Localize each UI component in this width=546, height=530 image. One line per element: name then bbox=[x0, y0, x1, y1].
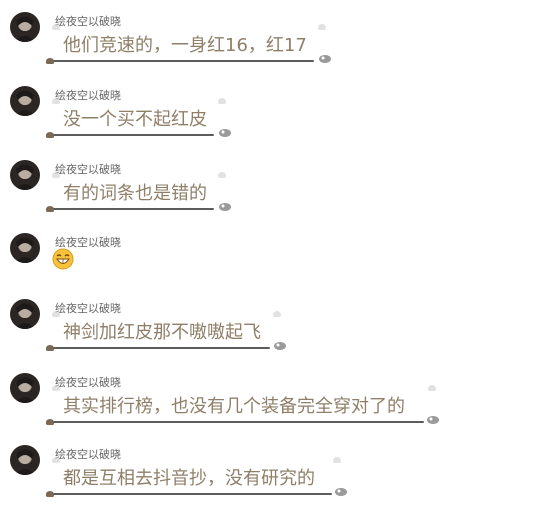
bubble-decoration-icon bbox=[333, 457, 341, 463]
bubble-underline bbox=[52, 493, 332, 495]
bubble-decoration-icon bbox=[218, 98, 226, 104]
bubble-decoration-icon bbox=[46, 491, 54, 497]
bubble-decoration-icon bbox=[46, 58, 54, 64]
sender-name: 绘夜空以破晓 bbox=[55, 15, 121, 28]
bubble-decoration-icon bbox=[218, 172, 226, 178]
bubble-decoration-icon bbox=[46, 419, 54, 425]
chat-message: 绘夜空以破晓 都是互相去抖音抄，没有研究的 bbox=[0, 443, 546, 513]
message-bubble[interactable]: 其实排行榜，也没有几个装备完全穿对了的 bbox=[46, 385, 443, 425]
message-text: 神剑加红皮那不嗷嗷起飞 bbox=[63, 322, 261, 343]
sender-name: 绘夜空以破晓 bbox=[55, 448, 121, 461]
bubble-decoration-icon bbox=[426, 415, 440, 425]
sender-name: 绘夜空以破晓 bbox=[55, 302, 121, 315]
bubble-underline bbox=[52, 60, 314, 62]
avatar[interactable] bbox=[10, 12, 40, 42]
bubble-underline bbox=[52, 208, 214, 210]
message-bubble[interactable]: 没一个买不起红皮 bbox=[46, 98, 233, 138]
message-bubble[interactable]: 神剑加红皮那不嗷嗷起飞 bbox=[46, 311, 288, 351]
bubble-decoration-icon bbox=[318, 24, 326, 30]
bubble-decoration-icon bbox=[52, 172, 60, 178]
bubble-decoration-icon bbox=[428, 385, 436, 391]
chat-message: 绘夜空以破晓 有的词条也是错的 bbox=[0, 158, 546, 228]
bubble-underline bbox=[52, 347, 270, 349]
bubble-decoration-icon bbox=[52, 98, 60, 104]
message-bubble[interactable]: 他们竞速的，一身红16，红17 bbox=[46, 24, 333, 64]
bubble-decoration-icon bbox=[52, 24, 60, 30]
sender-name: 绘夜空以破晓 bbox=[55, 163, 121, 176]
sender-name: 绘夜空以破晓 bbox=[55, 376, 121, 389]
chat-message: 绘夜空以破晓 其实排行榜，也没有几个装备完全穿对了的 bbox=[0, 371, 546, 441]
bubble-decoration-icon bbox=[218, 128, 232, 138]
message-text: 有的词条也是错的 bbox=[63, 183, 207, 204]
bubble-decoration-icon bbox=[46, 206, 54, 212]
chat-message: 绘夜空以破晓 bbox=[0, 231, 546, 301]
message-bubble[interactable]: 有的词条也是错的 bbox=[46, 172, 233, 212]
message-text: 他们竞速的，一身红16，红17 bbox=[63, 35, 307, 56]
bubble-decoration-icon bbox=[218, 202, 232, 212]
avatar[interactable] bbox=[10, 86, 40, 116]
message-text: 其实排行榜，也没有几个装备完全穿对了的 bbox=[63, 396, 405, 417]
bubble-underline bbox=[52, 134, 214, 136]
avatar[interactable] bbox=[10, 299, 40, 329]
avatar[interactable] bbox=[10, 445, 40, 475]
message-text: 都是互相去抖音抄，没有研究的 bbox=[63, 468, 315, 489]
chat-message: 绘夜空以破晓 他们竞速的，一身红16，红17 bbox=[0, 10, 546, 80]
bubble-decoration-icon bbox=[334, 487, 348, 497]
chat-message: 绘夜空以破晓 没一个买不起红皮 bbox=[0, 84, 546, 154]
bubble-decoration-icon bbox=[52, 457, 60, 463]
avatar[interactable] bbox=[10, 160, 40, 190]
bubble-decoration-icon bbox=[273, 311, 281, 317]
avatar[interactable] bbox=[10, 233, 40, 263]
chat-message-list: 绘夜空以破晓 他们竞速的，一身红16，红17 绘夜空以破晓 没一个买不起红皮 绘… bbox=[0, 0, 546, 530]
grinning-face-emoji-icon[interactable] bbox=[52, 248, 74, 270]
bubble-underline bbox=[52, 421, 424, 423]
avatar[interactable] bbox=[10, 373, 40, 403]
message-text: 没一个买不起红皮 bbox=[63, 109, 207, 130]
message-bubble[interactable]: 都是互相去抖音抄，没有研究的 bbox=[46, 457, 348, 497]
bubble-decoration-icon bbox=[52, 311, 60, 317]
bubble-decoration-icon bbox=[273, 341, 287, 351]
bubble-decoration-icon bbox=[46, 345, 54, 351]
chat-message: 绘夜空以破晓 神剑加红皮那不嗷嗷起飞 bbox=[0, 297, 546, 367]
bubble-decoration-icon bbox=[318, 54, 332, 64]
bubble-decoration-icon bbox=[52, 385, 60, 391]
bubble-decoration-icon bbox=[46, 132, 54, 138]
sender-name: 绘夜空以破晓 bbox=[55, 89, 121, 102]
